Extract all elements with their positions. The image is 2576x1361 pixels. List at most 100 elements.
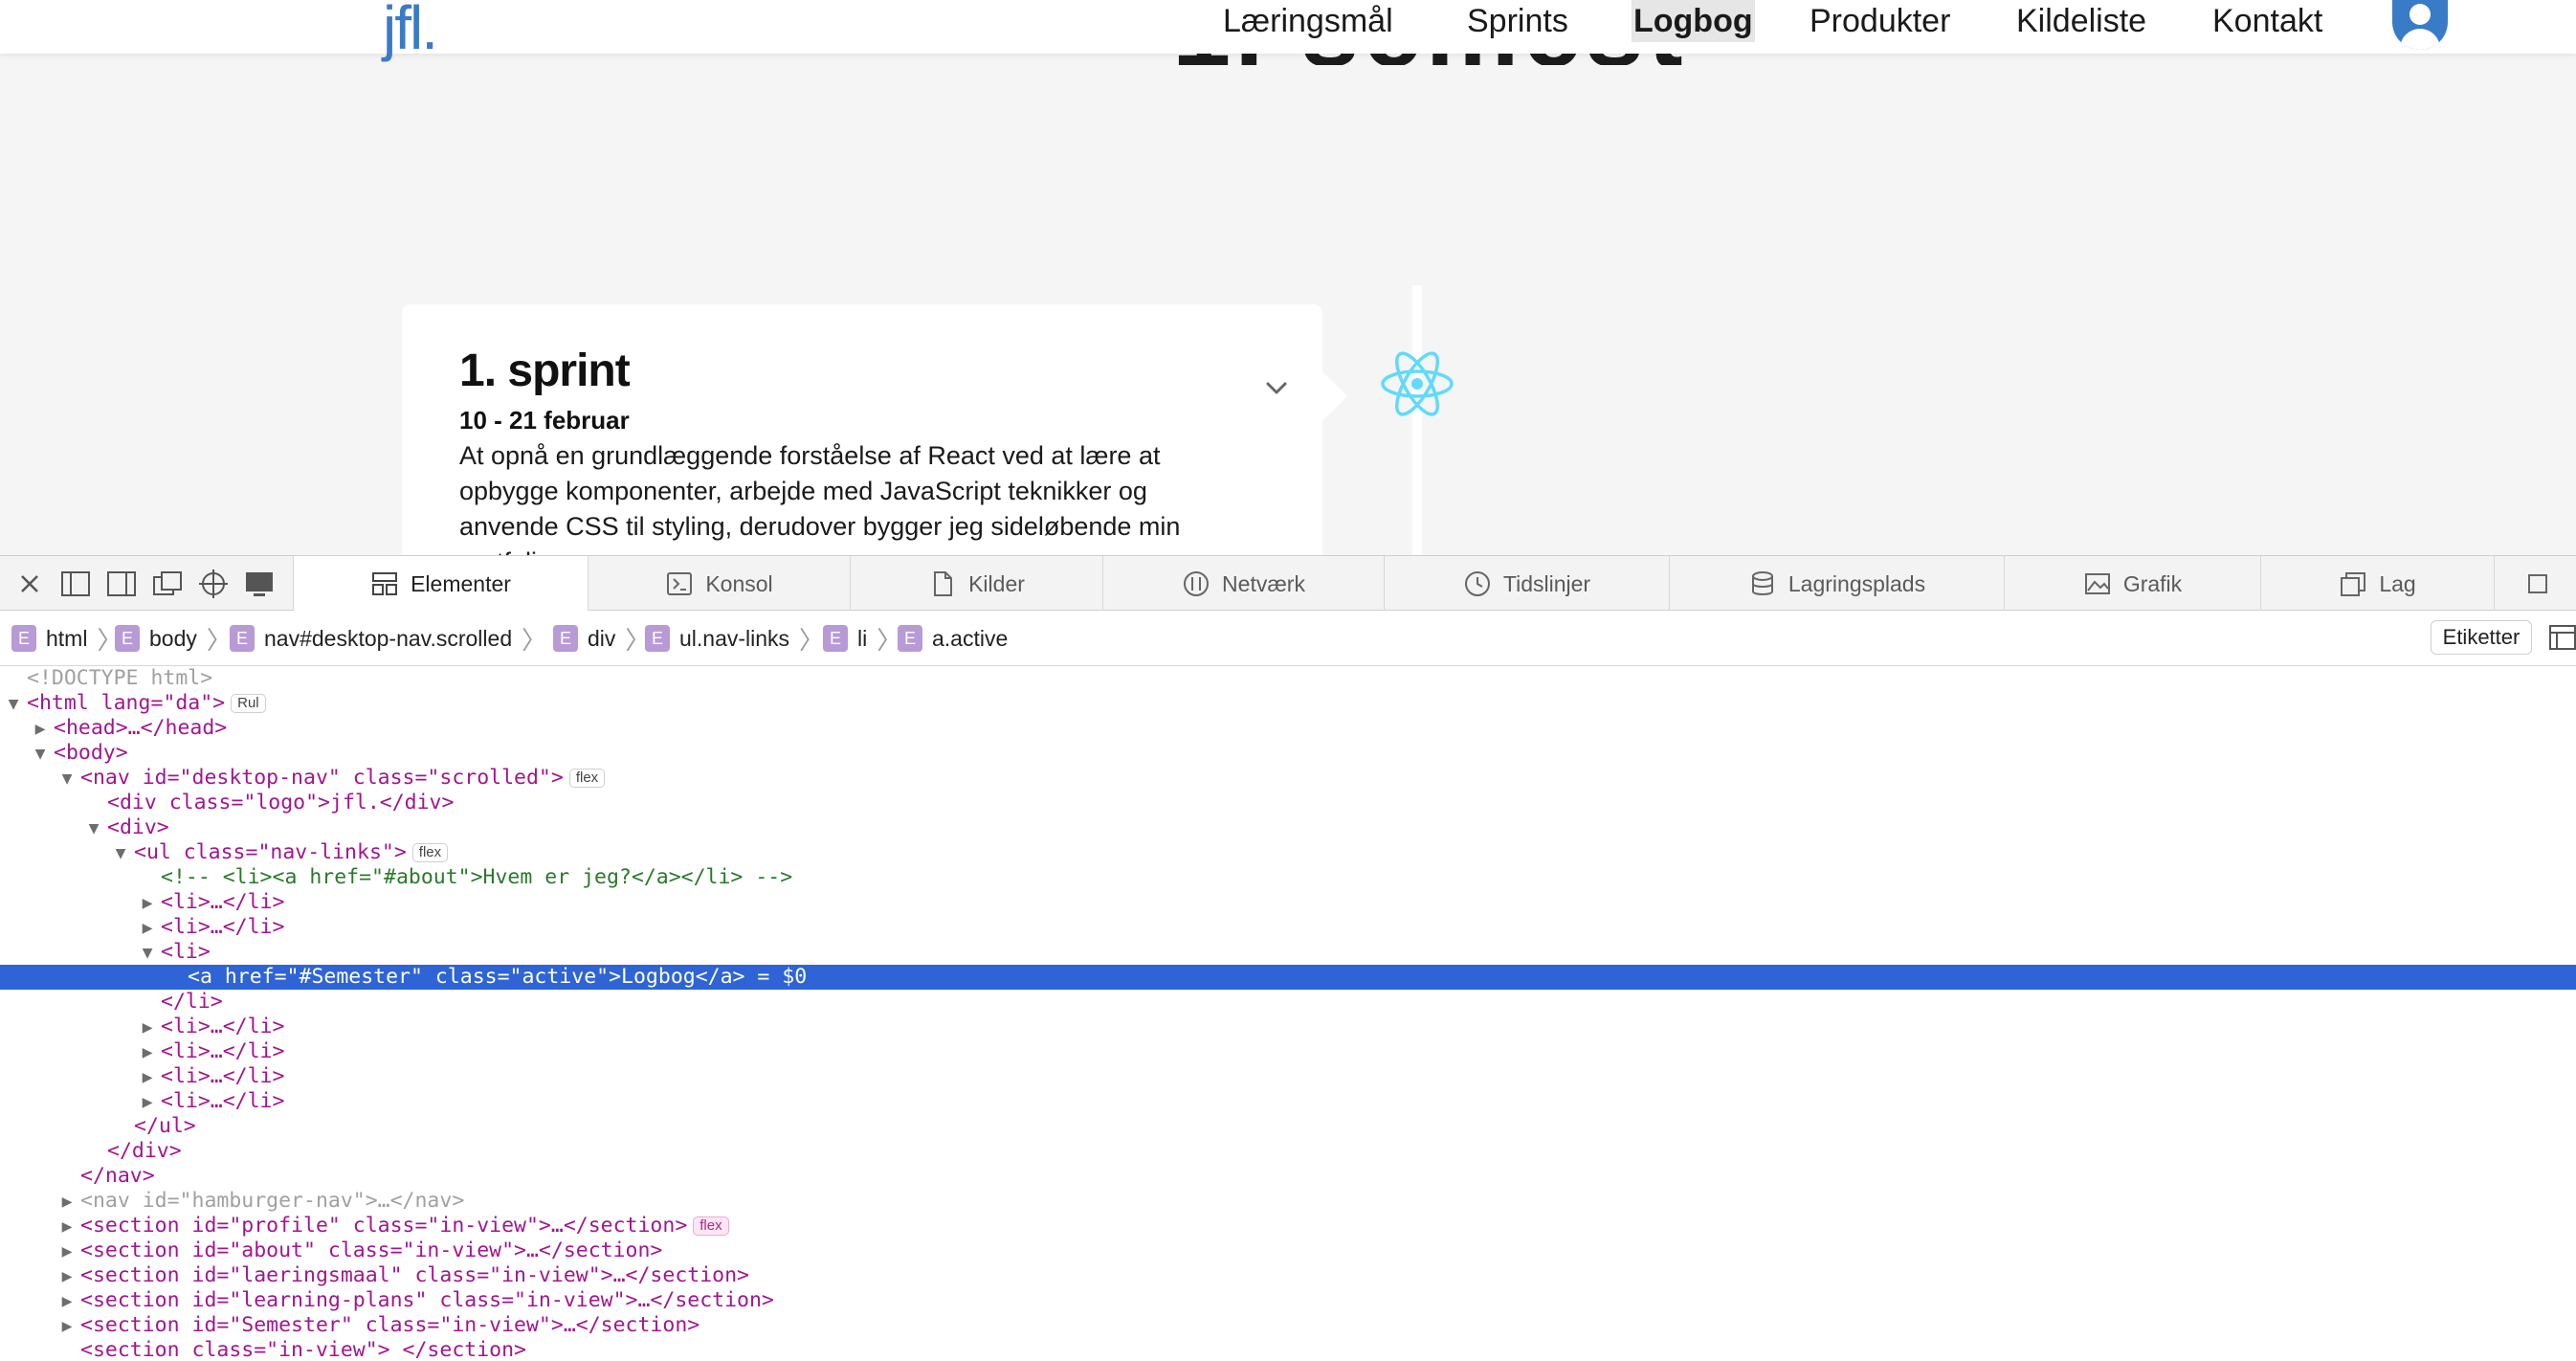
flex-badge[interactable]: flex <box>693 1216 729 1236</box>
dom-node-li[interactable]: ▶ <li>…</li> <box>0 1089 2576 1114</box>
dom-node-head[interactable]: ▶ <head>…</head> <box>0 716 2576 741</box>
dom-node-selected-anchor[interactable]: <a href="#Semester" class="active">Logbo… <box>0 965 2576 990</box>
profile-avatar-icon[interactable] <box>2392 0 2448 50</box>
dom-node-li[interactable]: ▶ <li>…</li> <box>0 1015 2576 1039</box>
dom-node-nav-close[interactable]: </nav> <box>0 1164 2576 1189</box>
disclosure-collapsed-icon[interactable]: ▶ <box>54 1239 80 1264</box>
nav-link-kontakt[interactable]: Kontakt <box>2212 0 2322 42</box>
flex-badge[interactable]: flex <box>568 769 606 788</box>
dom-node-body[interactable]: ▼ <body> <box>0 741 2576 766</box>
console-icon <box>667 572 693 595</box>
dock-left-icon[interactable] <box>59 568 92 600</box>
dom-tree: <!DOCTYPE html> ▼ <html lang="da"> Rul ▶ <h… <box>0 666 2576 1361</box>
dock-right-icon[interactable] <box>105 568 138 600</box>
crosshair-icon[interactable] <box>197 568 230 600</box>
tab-elementer[interactable]: Elementer <box>293 556 588 612</box>
dom-node-div-close[interactable]: </div> <box>0 1139 2576 1164</box>
disclosure-collapsed-icon[interactable]: ▶ <box>134 1090 161 1115</box>
dom-node-section-semester[interactable]: ▶ <section id="Semester" class="in-view">… <box>0 1313 2576 1338</box>
flex-badge[interactable]: flex <box>411 843 449 862</box>
disclosure-expanded-icon[interactable]: ▼ <box>54 767 80 792</box>
timelines-icon <box>1464 571 1490 596</box>
disclosure-expanded-icon[interactable]: ▼ <box>0 692 27 717</box>
graphics-icon <box>2084 573 2110 594</box>
dom-node-logo[interactable]: <div class="logo">jfl.</div> <box>0 791 2576 815</box>
dom-node-li[interactable]: ▶ <li>…</li> <box>0 1064 2576 1089</box>
disclosure-collapsed-icon[interactable]: ▶ <box>134 1015 161 1040</box>
inspector-tab-bar: Elementer Konsol Kilder Netværk Tidslinj… <box>0 555 2576 612</box>
layout-panel-icon[interactable] <box>2547 622 2576 653</box>
tab-lag[interactable]: Lag <box>2260 556 2494 612</box>
dom-node-li-close[interactable]: </li> <box>0 990 2576 1015</box>
tab-netvaerk[interactable]: Netværk <box>1102 556 1384 612</box>
device-settings-icon[interactable] <box>243 568 276 600</box>
detach-window-icon[interactable] <box>151 568 184 600</box>
breadcrumb-div[interactable]: Ediv 〉 <box>553 624 650 655</box>
disclosure-collapsed-icon[interactable]: ▶ <box>54 1314 80 1339</box>
close-icon[interactable] <box>13 568 46 600</box>
disclosure-collapsed-icon[interactable]: ▶ <box>54 1289 80 1314</box>
nav-link-logbog[interactable]: Logbog <box>1632 0 1755 42</box>
disclosure-collapsed-icon[interactable]: ▶ <box>54 1190 80 1215</box>
sprint-dates: 10 - 21 februar <box>459 406 630 435</box>
chevron-down-icon[interactable] <box>1263 375 1290 402</box>
tab-overflow[interactable] <box>2494 556 2576 612</box>
breadcrumb-a[interactable]: Ea.active <box>898 624 1008 653</box>
dom-node-li[interactable]: ▶ <li>…</li> <box>0 890 2576 915</box>
breadcrumb-ul[interactable]: Eul.nav-links 〉 <box>645 624 824 655</box>
nav-link-laeringsmaal[interactable]: Læringsmål <box>1223 0 1393 42</box>
disclosure-collapsed-icon[interactable]: ▶ <box>27 717 54 742</box>
dom-node-ul[interactable]: ▼ <ul class="nav-links"> flex <box>0 840 2576 865</box>
breadcrumb-li[interactable]: Eli 〉 <box>823 624 901 655</box>
disclosure-collapsed-icon[interactable]: ▶ <box>134 891 161 916</box>
breadcrumb-nav[interactable]: Enav#desktop-nav.scrolled 〉 <box>230 624 546 655</box>
tab-konsol[interactable]: Konsol <box>588 556 850 612</box>
dom-node-section-learning-plans[interactable]: ▶ <section id="learning-plans" class="in-… <box>0 1288 2576 1313</box>
dom-node-comment[interactable]: <!-- <li><a href="#about">Hvem er jeg?</… <box>0 865 2576 890</box>
labels-button[interactable]: Etiketter <box>2431 620 2532 655</box>
dom-node-hamburger-nav[interactable]: ▶ <nav id="hamburger-nav">…</nav> <box>0 1189 2576 1214</box>
dom-node-section-profile[interactable]: ▶ <section id="profile" class="in-view">…… <box>0 1214 2576 1238</box>
disclosure-expanded-icon[interactable]: ▼ <box>27 742 54 767</box>
dom-node-li[interactable]: ▶ <li>…</li> <box>0 1039 2576 1064</box>
dom-node-div[interactable]: ▼ <div> <box>0 815 2576 840</box>
react-logo-icon <box>1381 351 1454 416</box>
tab-label: Kilder <box>968 570 1025 596</box>
page-viewport: 1. semester jfl. Læringsmål Sprints Logb… <box>0 0 2576 555</box>
disclosure-collapsed-icon[interactable]: ▶ <box>134 1065 161 1090</box>
tab-grafik[interactable]: Grafik <box>2004 556 2260 612</box>
tab-label: Konsol <box>705 570 773 596</box>
site-logo[interactable]: jfl. <box>383 0 438 63</box>
disclosure-collapsed-icon[interactable]: ▶ <box>54 1215 80 1239</box>
nav-link-produkter[interactable]: Produkter <box>1810 0 1950 42</box>
disclosure-expanded-icon[interactable]: ▼ <box>107 841 134 866</box>
element-badge-icon: E <box>115 625 140 652</box>
disclosure-expanded-icon[interactable]: ▼ <box>80 816 107 841</box>
dom-node-nav[interactable]: ▼ <nav id="desktop-nav" class="scrolled">… <box>0 766 2576 791</box>
nav-link-sprints[interactable]: Sprints <box>1467 0 1568 42</box>
dom-node-ul-close[interactable]: </ul> <box>0 1114 2576 1139</box>
disclosure-collapsed-icon[interactable]: ▶ <box>134 1040 161 1065</box>
tab-label: Elementer <box>411 570 511 596</box>
scroll-badge[interactable]: Rul <box>231 694 266 713</box>
sprint-title: 1. sprint <box>459 346 631 396</box>
layers-icon <box>2341 572 2366 596</box>
dom-node-li-open[interactable]: ▼ <li> <box>0 940 2576 965</box>
dom-node-section[interactable]: <section class="in-view"> </section> <box>0 1338 2576 1361</box>
breadcrumb-body[interactable]: Ebody 〉 <box>115 624 232 655</box>
nav-link-kildeliste[interactable]: Kildeliste <box>2016 0 2146 42</box>
disclosure-expanded-icon[interactable]: ▼ <box>134 941 161 966</box>
dom-node-html[interactable]: ▼ <html lang="da"> Rul <box>0 691 2576 716</box>
dom-node-doctype[interactable]: <!DOCTYPE html> <box>0 666 2576 691</box>
tab-lagringsplads[interactable]: Lagringsplads <box>1669 556 2004 612</box>
breadcrumb-html[interactable]: Ehtml 〉 <box>11 624 122 655</box>
disclosure-collapsed-icon[interactable]: ▶ <box>54 1264 80 1289</box>
tab-tidslinjer[interactable]: Tidslinjer <box>1384 556 1669 612</box>
tab-label: Netværk <box>1222 570 1305 596</box>
dom-node-section-about[interactable]: ▶ <section id="about" class="in-view">…</… <box>0 1238 2576 1263</box>
dom-node-section-laeringsmaal[interactable]: ▶ <section id="laeringsmaal" class="in-vi… <box>0 1263 2576 1288</box>
dom-node-li[interactable]: ▶ <li>…</li> <box>0 915 2576 940</box>
sprint-card[interactable]: 1. sprint 10 - 21 februar At opnå en gru… <box>402 304 1347 555</box>
tab-kilder[interactable]: Kilder <box>850 556 1102 612</box>
disclosure-collapsed-icon[interactable]: ▶ <box>134 916 161 941</box>
